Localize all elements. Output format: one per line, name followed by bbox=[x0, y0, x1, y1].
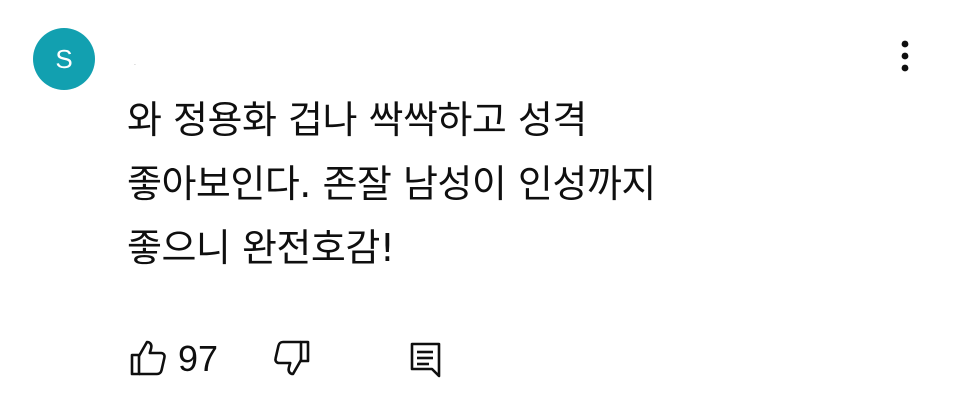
like-button[interactable] bbox=[128, 338, 168, 378]
comment-text: 와 정용화 겁나 싹싹하고 성격 좋아보인다. 존잘 남성이 인성까지 좋으니 … bbox=[127, 88, 887, 280]
comment-line-2: 좋아보인다. 존잘 남성이 인성까지 bbox=[127, 162, 656, 206]
dislike-button[interactable] bbox=[272, 338, 312, 378]
like-count: 97 bbox=[178, 338, 219, 379]
avatar-initial: S bbox=[55, 43, 73, 74]
reply-comment-icon bbox=[410, 342, 441, 378]
avatar[interactable]: S bbox=[33, 28, 95, 90]
more-options-button[interactable] bbox=[888, 36, 922, 76]
thumb-up-icon bbox=[130, 340, 166, 376]
reply-button[interactable] bbox=[408, 340, 444, 378]
comment-line-1: 와 정용화 겁나 싹싹하고 성격 bbox=[127, 98, 587, 142]
author-name[interactable]: . bbox=[134, 60, 136, 67]
comment-line-3: 좋으니 완전호감! bbox=[127, 226, 395, 270]
more-vert-icon bbox=[901, 40, 909, 72]
thumb-down-icon bbox=[274, 340, 310, 376]
